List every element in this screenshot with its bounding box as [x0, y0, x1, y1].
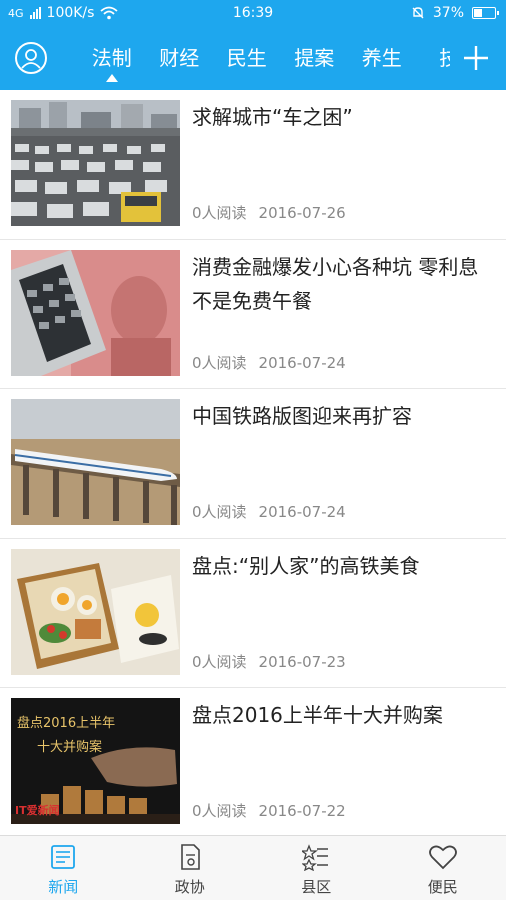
user-avatar-button[interactable]: [15, 42, 47, 74]
bottom-tab-label: 县区: [301, 878, 332, 896]
publish-date: 2016-07-22: [258, 802, 346, 820]
news-meta: 0人阅读 2016-07-24: [192, 501, 346, 522]
news-item[interactable]: 消费金融爆发小心各种坑 零利息不是免费午餐 0人阅读 2016-07-24: [0, 240, 506, 389]
bottom-tab-label: 便民: [427, 878, 458, 896]
publish-date: 2016-07-23: [258, 652, 346, 671]
news-meta: 0人阅读 2016-07-22: [192, 800, 346, 821]
news-title: 盘点2016上半年十大并购案: [192, 703, 443, 727]
read-count: 0人阅读: [192, 652, 247, 671]
document-icon: [180, 844, 200, 870]
battery-percent: 37%: [432, 5, 464, 21]
news-thumbnail: [11, 100, 180, 226]
publish-date: 2016-07-26: [258, 204, 346, 222]
heart-icon: [428, 845, 457, 870]
news-thumbnail: [11, 548, 180, 675]
read-count: 0人阅读: [192, 802, 247, 820]
tab-label: 技: [439, 46, 450, 70]
channel-tabs: 法制 财经 民生 提案 养生 技: [78, 42, 450, 82]
news-meta: 0人阅读 2016-07-26: [192, 202, 346, 223]
thumbnail-caption-line2: 十大并购案: [37, 740, 103, 755]
tab-label: 民生: [226, 46, 267, 70]
tab-label: 提案: [294, 46, 335, 70]
news-title: 中国铁路版图迎来再扩容: [192, 404, 412, 428]
tab-label: 法制: [91, 46, 132, 70]
tab-minsheng[interactable]: 民生: [213, 42, 281, 74]
tab-caijing[interactable]: 财经: [146, 42, 214, 74]
tab-label: 养生: [361, 46, 402, 70]
news-meta: 0人阅读 2016-07-24: [192, 352, 346, 373]
news-meta: 0人阅读 2016-07-23: [192, 651, 346, 672]
tab-ji[interactable]: 技: [416, 42, 450, 74]
bottom-tab-xianqu[interactable]: 县区: [253, 836, 380, 900]
star-list-icon: [302, 844, 329, 871]
tab-yangsheng[interactable]: 养生: [348, 42, 416, 74]
battery-icon: [472, 7, 499, 19]
thumbnail-logo: IT爱新闻: [15, 804, 60, 817]
news-item[interactable]: 盘点:“别人家”的高铁美食 0人阅读 2016-07-23: [0, 539, 506, 688]
add-channel-button[interactable]: [462, 40, 490, 76]
user-icon: [21, 49, 41, 69]
channel-nav: 法制 财经 民生 提案 养生 技: [0, 30, 506, 88]
read-count: 0人阅读: [192, 503, 247, 521]
news-item[interactable]: 求解城市“车之困” 0人阅读 2016-07-26: [0, 90, 506, 240]
news-thumbnail: [11, 399, 180, 525]
news-title: 盘点:“别人家”的高铁美食: [192, 553, 420, 578]
tab-fazhi[interactable]: 法制: [78, 42, 146, 82]
news-item[interactable]: 盘点2016上半年 十大并购案 IT爱新闻 盘点2016上半年十大并购案 0人阅…: [0, 688, 506, 835]
bottom-tab-bar: 新闻 政协 县区 便民: [0, 835, 506, 900]
bottom-tab-label: 政协: [174, 878, 205, 896]
thumbnail-caption-line1: 盘点2016上半年: [17, 716, 116, 731]
bottom-tab-news[interactable]: 新闻: [0, 836, 127, 900]
news-item[interactable]: 中国铁路版图迎来再扩容 0人阅读 2016-07-24: [0, 389, 506, 539]
news-title: 消费金融爆发小心各种坑 零利息不是免费午餐: [192, 254, 479, 313]
tab-label: 财经: [159, 46, 200, 70]
news-thumbnail: [11, 249, 180, 376]
news-thumbnail: 盘点2016上半年 十大并购案 IT爱新闻: [11, 698, 180, 824]
read-count: 0人阅读: [192, 204, 247, 222]
news-icon: [51, 845, 76, 869]
news-title: 求解城市“车之困”: [192, 105, 353, 129]
clock: 16:39: [232, 5, 274, 21]
plus-icon: [464, 46, 488, 70]
news-feed: 求解城市“车之困” 0人阅读 2016-07-26 消费金融爆发小心各种坑 零利息…: [0, 90, 506, 835]
alarm-off-icon: [412, 7, 424, 19]
tab-tian[interactable]: 提案: [281, 42, 349, 74]
header: 4G 100K/s 16:39 37% 法制 财经 民生 提案 养生 技: [0, 0, 506, 90]
publish-date: 2016-07-24: [258, 353, 346, 372]
read-count: 0人阅读: [192, 353, 247, 372]
status-bar: 4G 100K/s 16:39 37%: [0, 0, 506, 28]
bottom-tab-bianmin[interactable]: 便民: [380, 836, 506, 900]
bottom-tab-zhengxie[interactable]: 政协: [127, 836, 254, 900]
bottom-tab-label: 新闻: [48, 878, 79, 896]
publish-date: 2016-07-24: [258, 503, 346, 521]
